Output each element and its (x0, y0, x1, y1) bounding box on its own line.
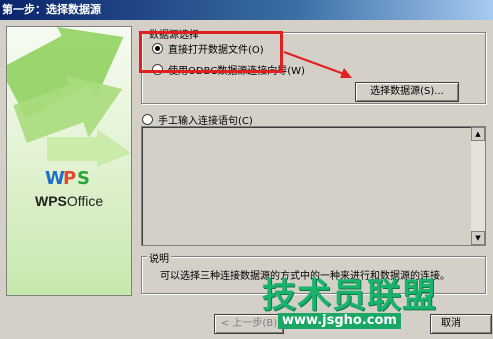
annotation-highlight-box (139, 31, 283, 73)
svg-text:W: W (45, 168, 65, 187)
watermark-url: www.jsgho.com (278, 313, 401, 329)
prev-button[interactable]: < 上一步(B) (214, 314, 284, 334)
description-legend: 说明 (147, 250, 171, 265)
svg-text:S: S (77, 168, 90, 187)
product-name: WPSOffice (35, 193, 104, 209)
watermark-text: 技术员联盟 (262, 276, 437, 316)
cancel-button[interactable]: 取消 (430, 314, 492, 334)
wps-logo-icon: W P S (45, 168, 90, 187)
radio-unchecked-icon[interactable] (142, 114, 153, 125)
scroll-up-icon[interactable]: ▲ (471, 127, 485, 141)
annotation-arrow-icon (283, 51, 352, 78)
radio-manual[interactable]: 手工输入连接语句(C) (142, 112, 253, 127)
radio-manual-label: 手工输入连接语句(C) (158, 116, 253, 127)
window-title: 第一步：选择数据源 (0, 0, 493, 20)
connection-string-input[interactable]: ▲ ▼ (141, 126, 486, 246)
green-arrows-graphic (7, 27, 131, 167)
wizard-banner: W P S WPSOffice (6, 26, 132, 296)
select-datasource-button[interactable]: 选择数据源(S)... (355, 82, 459, 102)
svg-text:P: P (63, 168, 76, 187)
scroll-down-icon[interactable]: ▼ (471, 231, 485, 245)
vertical-scrollbar[interactable]: ▲ ▼ (471, 127, 485, 245)
